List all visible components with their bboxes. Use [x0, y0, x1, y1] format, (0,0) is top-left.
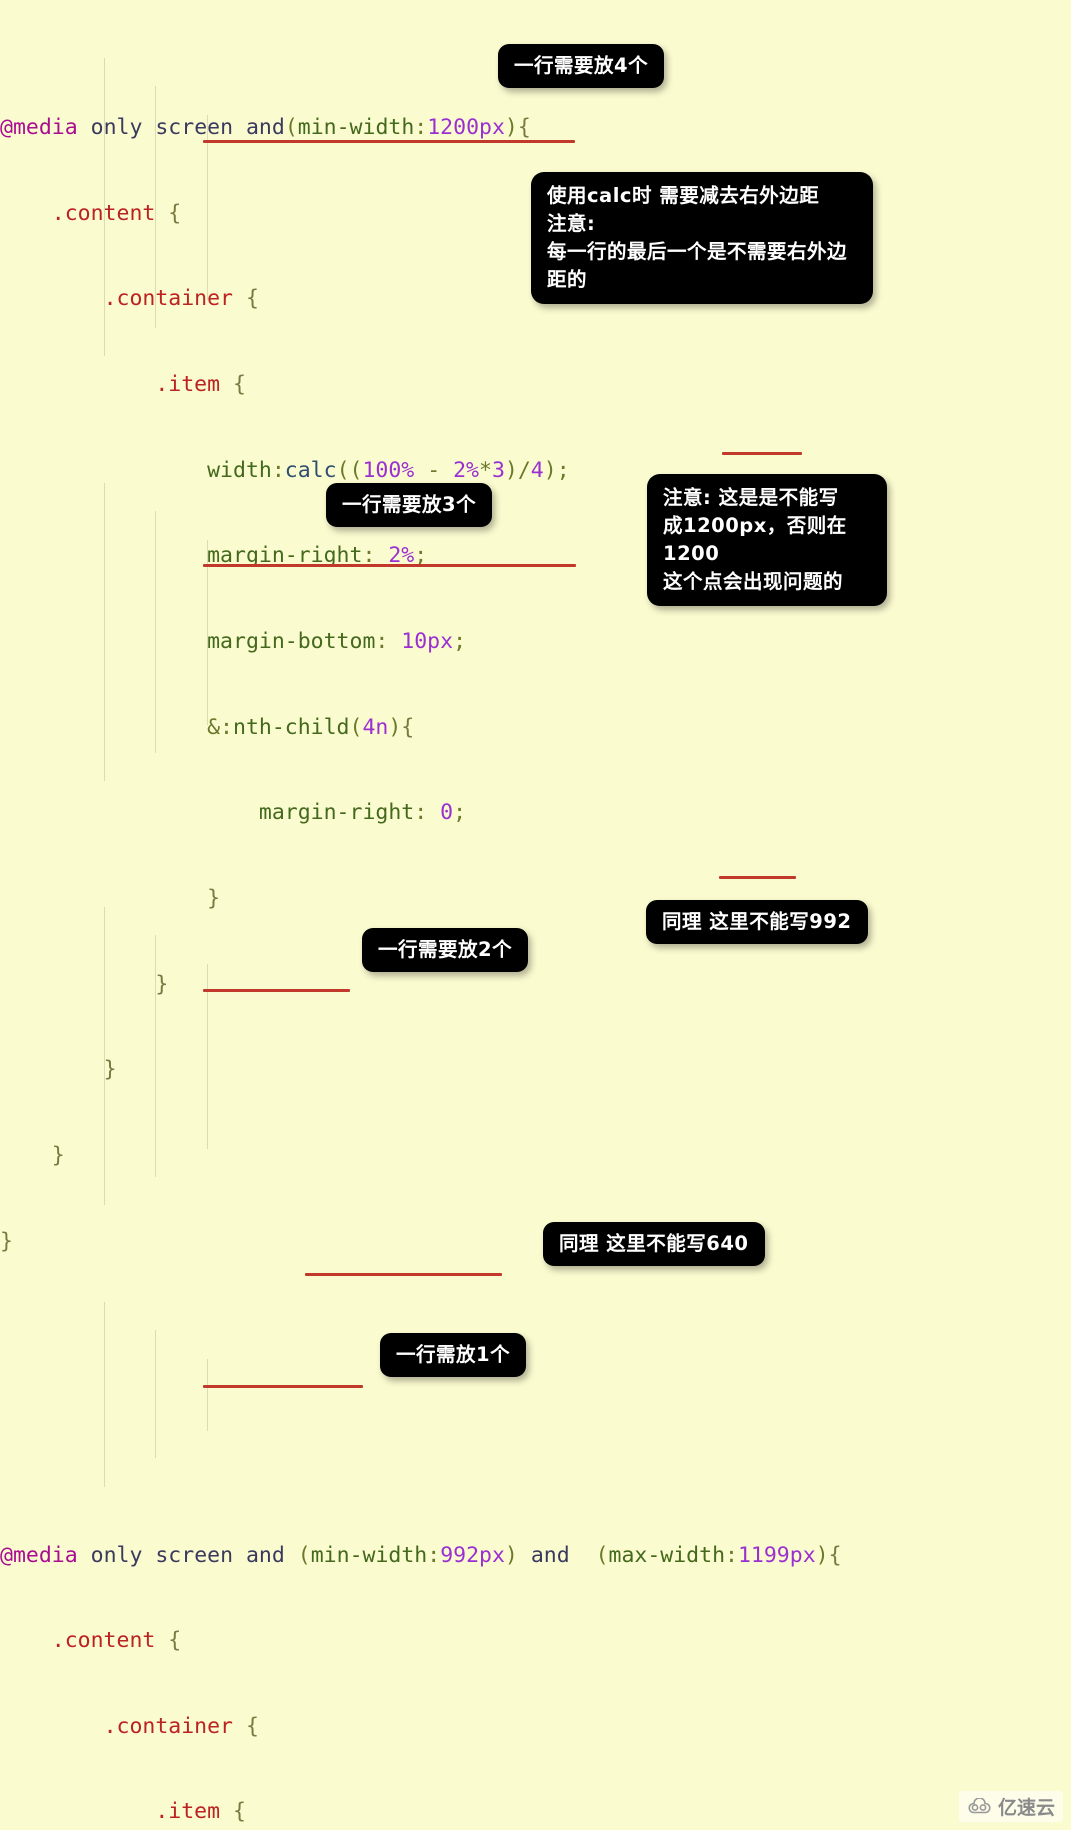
watermark: 亿速云: [958, 1791, 1063, 1822]
code-line: .content {: [51, 1628, 182, 1654]
underline-mark-1199px: [722, 452, 802, 455]
code-screenshot: @media only screen and(min-width:1200px)…: [0, 0, 1071, 1830]
indent-guide: [104, 58, 105, 356]
watermark-label: 亿速云: [997, 1797, 1055, 1819]
indent-guide: [207, 1359, 208, 1431]
indent-guide: [104, 483, 105, 781]
code-line: @media only screen and(min-width:1200px)…: [0, 115, 531, 141]
code-line: width:calc((100% - 2%*3)/4);: [207, 457, 570, 483]
tip-4-per-row: 一行需要放4个: [498, 44, 665, 88]
underline-mark-width-calc-4: [203, 140, 575, 143]
indent-guide: [155, 511, 156, 753]
code-line: }: [0, 1228, 13, 1254]
tip-3-per-row: 一行需要放3个: [326, 483, 493, 527]
code-line: @media only screen and (min-width:992px)…: [0, 1542, 842, 1568]
tip-calc-note: 使用calc时 需要减去右外边距 注意: 每一行的最后一个是不需要右外边 距的: [531, 172, 873, 304]
indent-guide: [155, 1330, 156, 1458]
code-line: .container {: [103, 1713, 259, 1739]
code-line: }: [155, 971, 169, 997]
code-line: }: [103, 1057, 117, 1083]
underline-mark-width-48: [203, 989, 350, 992]
underline-mark-width-100: [203, 1385, 363, 1388]
indent-guide: [104, 907, 105, 1205]
indent-guide: [155, 935, 156, 1177]
underline-mark-width-calc-3: [203, 564, 576, 567]
code-line: margin-right: 0;: [258, 800, 467, 826]
code-line: .item {: [155, 1799, 246, 1825]
underline-mark-639px: [305, 1273, 502, 1276]
code-line: &:nth-child(4n){: [207, 714, 415, 740]
tip-1-per-row: 一行需放1个: [380, 1333, 527, 1377]
indent-guide: [104, 1302, 105, 1487]
cloud-icon: [967, 1798, 993, 1815]
indent-guide: [155, 86, 156, 328]
indent-guide: [207, 540, 208, 725]
tip-2-per-row: 一行需要放2个: [362, 928, 529, 972]
tip-640-note: 同理 这里不能写640: [543, 1222, 765, 1266]
code-line: }: [51, 1142, 65, 1168]
code-line: }: [207, 885, 221, 911]
code-line: .item {: [155, 372, 246, 398]
tip-992-note: 同理 这里不能写992: [646, 900, 868, 944]
code-line: margin-bottom: 10px;: [207, 629, 467, 655]
underline-mark-991px: [719, 876, 796, 879]
tip-1199-note: 注意: 这是是不能写 成1200px，否则在1200 这个点会出现问题的: [647, 474, 887, 606]
